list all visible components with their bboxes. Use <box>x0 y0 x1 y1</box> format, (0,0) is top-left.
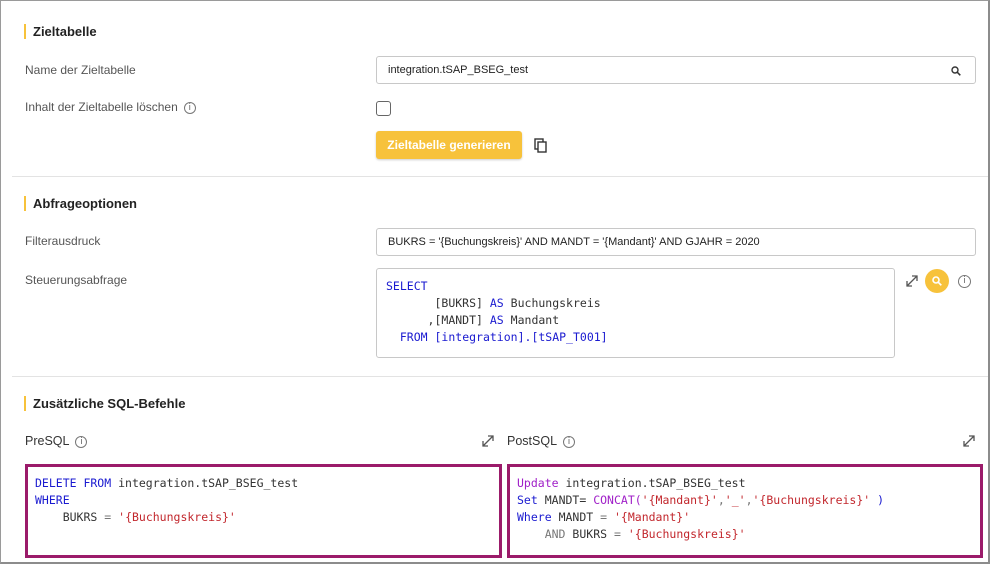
query-search-button[interactable] <box>925 269 949 293</box>
search-icon <box>932 276 942 286</box>
target-name-value: integration.tSAP_BSEG_test <box>388 64 529 76</box>
expand-icon[interactable] <box>906 275 918 287</box>
code-line: SELECT <box>386 279 428 293</box>
code-line: Where MANDT = '{Mandant}' <box>517 510 691 524</box>
clear-target-checkbox[interactable] <box>376 101 391 116</box>
code-line: [BUKRS] AS Buchungskreis <box>434 296 601 310</box>
code-line: AND BUKRS = '{Buchungskreis}' <box>544 527 746 541</box>
control-query-editor[interactable]: SELECT [BUKRS] AS Buchungskreis ,[MANDT]… <box>376 268 895 358</box>
additional-sql-section: Zusätzliche SQL-Befehle PreSQL i PostSQL i… <box>12 376 988 562</box>
clear-target-label: Inhalt der Zieltabelle löschen i <box>25 100 196 114</box>
code-line: BUKRS = '{Buchungskreis}' <box>62 510 236 524</box>
code-line: WHERE <box>35 493 70 507</box>
postsql-label-text: PostSQL <box>507 434 558 448</box>
code-line: Update integration.tSAP_BSEG_test <box>517 476 746 490</box>
code-line: Set MANDT= CONCAT('{Mandant}','_','{Buch… <box>517 493 885 507</box>
filter-input[interactable]: BUKRS = '{Buchungskreis}' AND MANDT = '{… <box>376 228 976 256</box>
expand-icon[interactable] <box>963 435 975 447</box>
filter-value: BUKRS = '{Buchungskreis}' AND MANDT = '{… <box>388 236 760 248</box>
generate-target-button[interactable]: Zieltabelle generieren <box>376 131 522 159</box>
query-options-section: Abfrageoptionen Filterausdruck BUKRS = '… <box>12 176 988 376</box>
code-line: FROM [integration].[tSAP_T001] <box>399 330 608 344</box>
target-name-input[interactable]: integration.tSAP_BSEG_test <box>376 56 976 84</box>
code-line: DELETE FROM integration.tSAP_BSEG_test <box>35 476 299 490</box>
postsql-label: PostSQL i <box>507 434 576 448</box>
section-title-query: Abfrageoptionen <box>24 196 137 211</box>
presql-editor[interactable]: DELETE FROM integration.tSAP_BSEG_test WH… <box>25 464 502 558</box>
info-icon[interactable]: i <box>75 435 88 448</box>
presql-label: PreSQL i <box>25 434 88 448</box>
presql-label-text: PreSQL <box>25 434 70 448</box>
info-icon[interactable]: i <box>958 275 971 288</box>
postsql-editor[interactable]: Update integration.tSAP_BSEG_test Set MAN… <box>507 464 983 558</box>
filter-label: Filterausdruck <box>25 234 101 248</box>
code-line: ,[MANDT] AS Mandant <box>427 313 560 327</box>
target-name-label: Name der Zieltabelle <box>25 63 136 77</box>
section-title-target: Zieltabelle <box>24 24 97 39</box>
section-title-sql: Zusätzliche SQL-Befehle <box>24 396 185 411</box>
info-icon[interactable]: i <box>563 435 576 448</box>
control-query-label: Steuerungsabfrage <box>25 273 128 287</box>
copy-icon[interactable] <box>534 138 548 154</box>
target-table-section: Zieltabelle Name der Zieltabelle integra… <box>12 4 988 176</box>
search-icon[interactable] <box>951 66 961 76</box>
clear-target-label-text: Inhalt der Zieltabelle löschen <box>25 100 178 114</box>
expand-icon[interactable] <box>482 435 494 447</box>
info-icon[interactable]: i <box>183 101 196 114</box>
